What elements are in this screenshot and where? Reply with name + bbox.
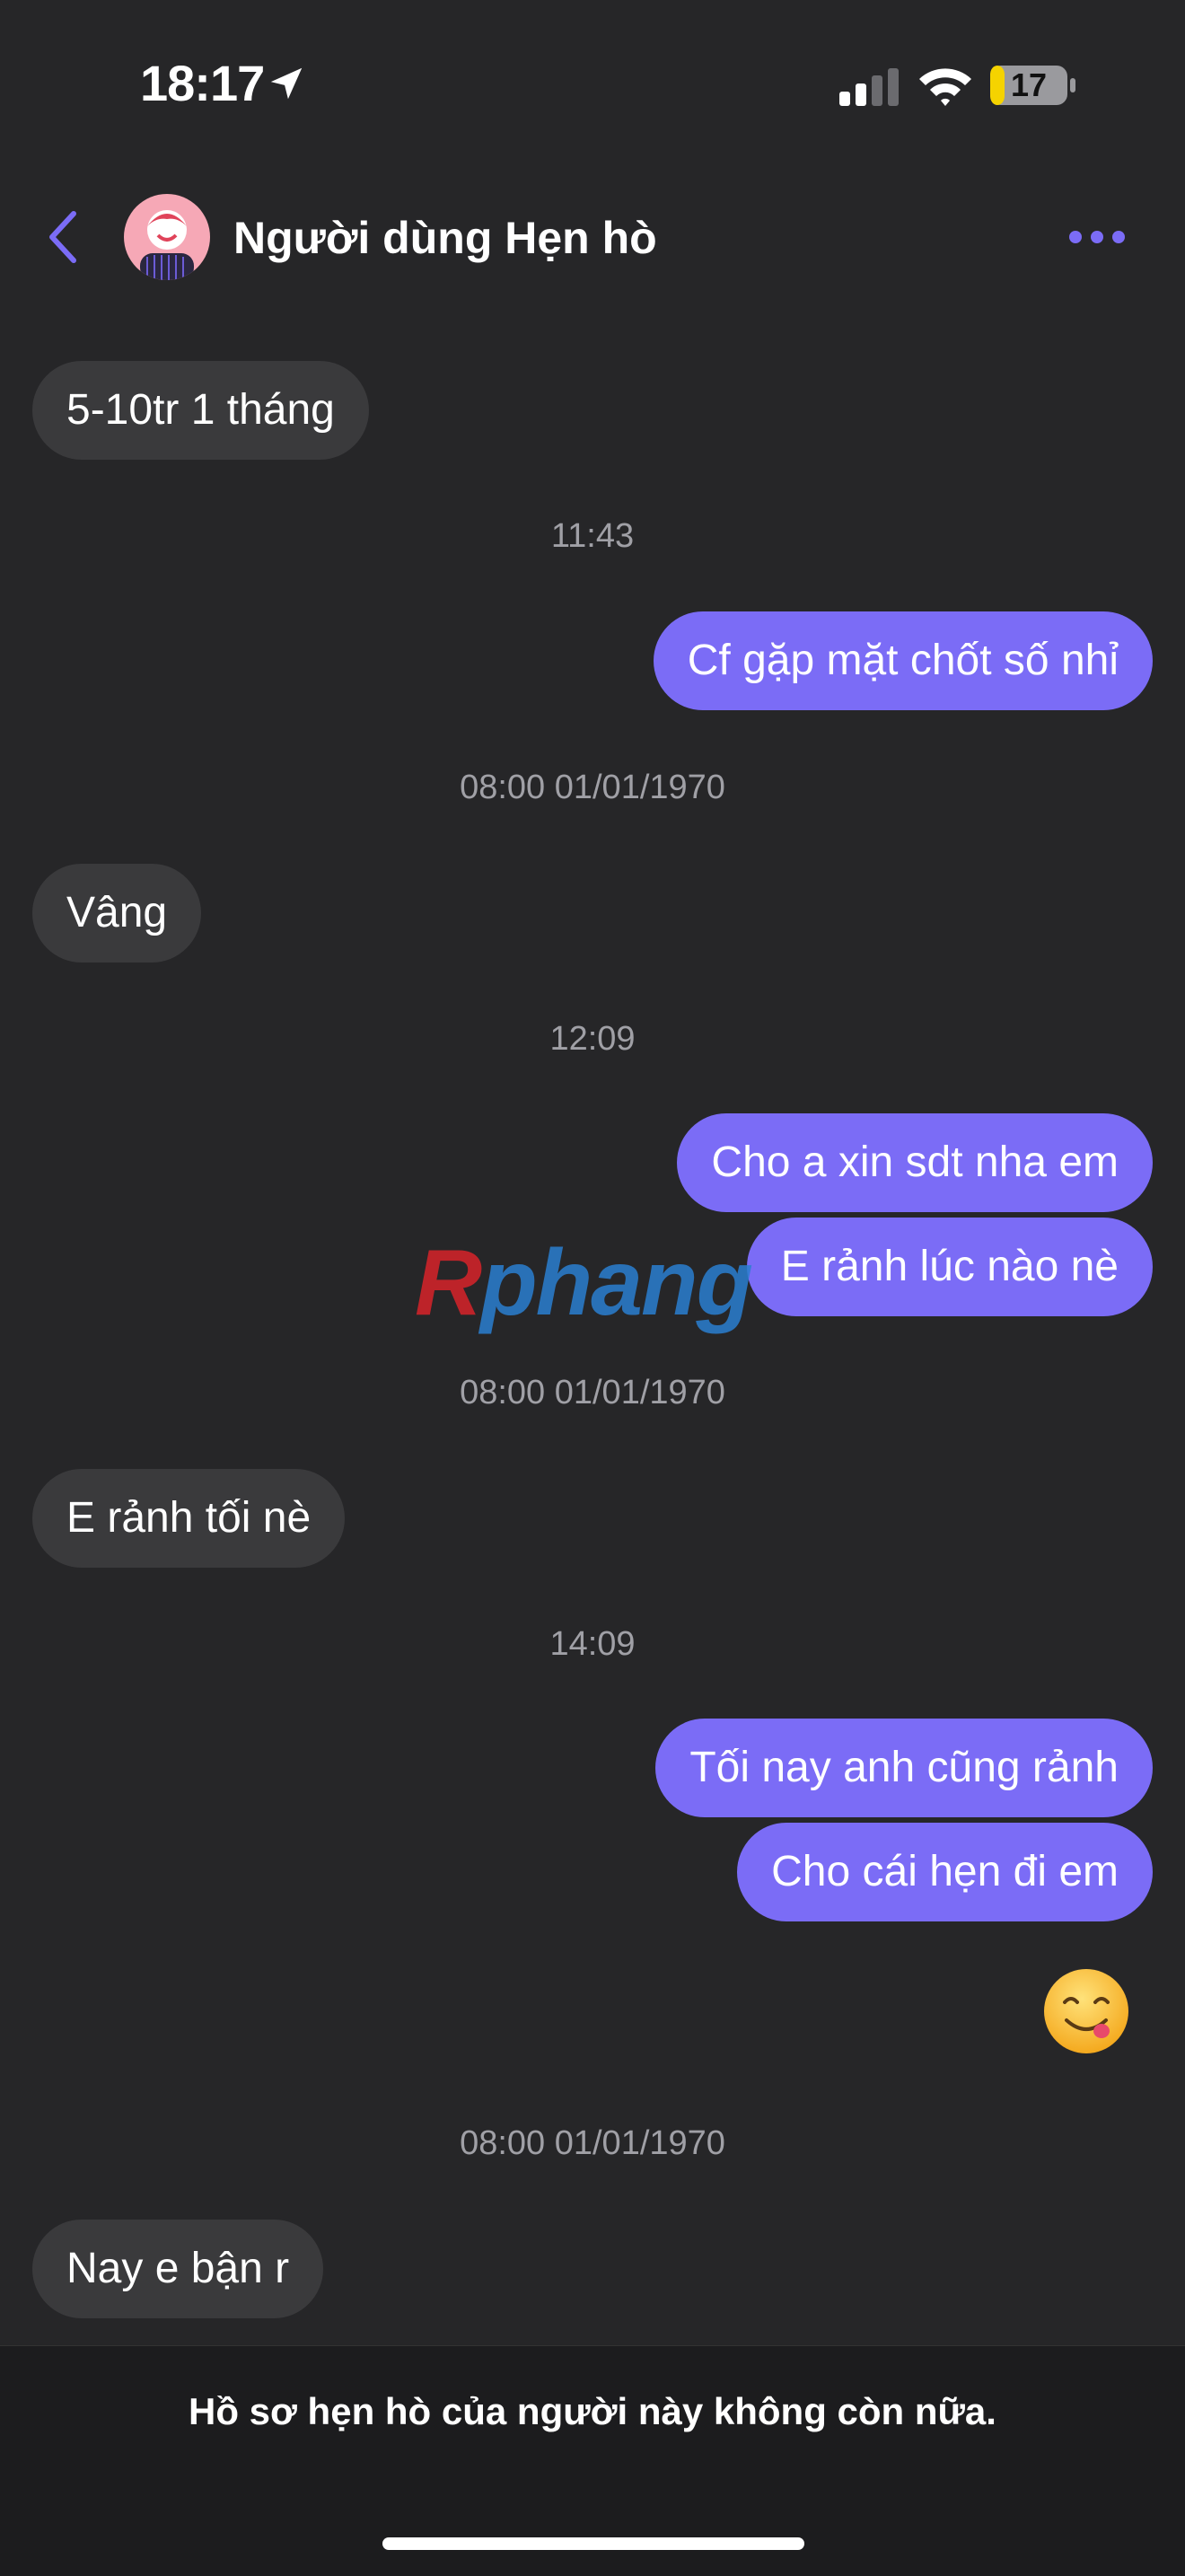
timestamp: 12:09 xyxy=(549,1020,636,1058)
status-time: 18:17 xyxy=(140,55,265,111)
timestamp: 08:00 01/01/1970 xyxy=(460,769,725,806)
timestamp: 08:00 01/01/1970 xyxy=(460,1374,725,1411)
message-outgoing[interactable]: Cf gặp mặt chốt số nhỉ xyxy=(653,611,1153,710)
message-incoming[interactable]: E rảnh tối nè xyxy=(32,1469,346,1568)
timestamp: 08:00 01/01/1970 xyxy=(460,2124,725,2162)
timestamp: 11:43 xyxy=(550,517,635,555)
banner-text: Hồ sơ hẹn hò của người này không còn nữa… xyxy=(189,2390,996,2432)
page-title[interactable]: Người dùng Hẹn hò xyxy=(233,212,657,264)
message-incoming[interactable]: Nay e bận r xyxy=(32,2220,324,2318)
battery-level: 17 xyxy=(1010,66,1048,103)
timestamp: 14:09 xyxy=(549,1625,636,1663)
location-arrow-icon xyxy=(270,67,303,100)
message-incoming[interactable]: 5-10tr 1 tháng xyxy=(32,361,369,460)
more-dots-icon[interactable] xyxy=(1066,226,1128,248)
watermark-logo: Rphang xyxy=(415,1231,753,1335)
back-chevron-icon[interactable] xyxy=(45,208,81,266)
message-outgoing[interactable]: E rảnh lúc nào nè xyxy=(746,1218,1153,1316)
message-outgoing[interactable]: Cho a xin sdt nha em xyxy=(677,1113,1153,1212)
home-indicator[interactable] xyxy=(382,2537,804,2550)
message-incoming[interactable]: Vâng xyxy=(32,864,202,963)
avatar[interactable] xyxy=(124,194,210,280)
message-outgoing[interactable]: Cho cái hẹn đi em xyxy=(737,1823,1153,1921)
message-outgoing[interactable]: Tối nay anh cũng rảnh xyxy=(655,1719,1153,1817)
yum-emoji-icon[interactable] xyxy=(1041,1966,1131,2056)
wifi-icon xyxy=(919,68,971,106)
status-bar: 18:17 17 xyxy=(0,0,1185,171)
signal-icon xyxy=(839,68,899,106)
